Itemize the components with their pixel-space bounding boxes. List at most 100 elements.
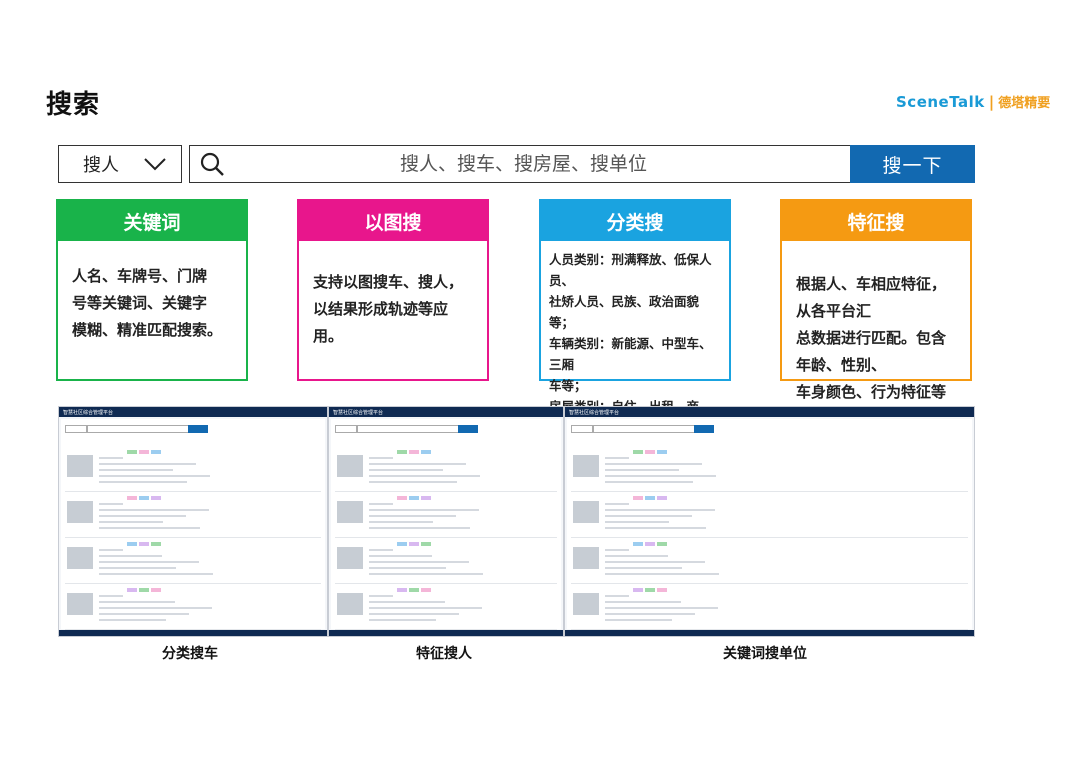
result-text-line (605, 613, 695, 615)
card-description: 根据人、车相应特征，从各平台汇 总数据进行匹配。包含年龄、性别、车身颜色、行为特征… (782, 241, 970, 416)
result-text-line (369, 521, 433, 523)
result-thumbnail (337, 501, 363, 523)
result-thumbnail (67, 455, 93, 477)
result-text-line (99, 573, 213, 575)
result-tag (409, 496, 419, 500)
result-text-line (99, 469, 173, 471)
screenshot-caption: 特征搜人 (416, 646, 472, 662)
result-thumbnail (337, 547, 363, 569)
screenshot-footer (329, 630, 563, 636)
result-thumbnail (573, 547, 599, 569)
screenshot-title: 智慧社区综合管理平台 (333, 409, 384, 416)
result-text-line (369, 619, 436, 621)
result-text-line (605, 573, 719, 575)
screenshot-content (61, 419, 325, 630)
result-tag (421, 542, 431, 546)
screenshot-footer (59, 630, 327, 636)
card-line: 模糊、精准匹配搜索。 (72, 321, 223, 339)
result-text-line (369, 457, 393, 459)
result-text-line (605, 521, 669, 523)
list-item (571, 539, 968, 584)
result-text-line (369, 503, 393, 505)
screenshot-title: 智慧社区综合管理平台 (63, 409, 114, 416)
mini-select (571, 425, 593, 433)
result-text-line (99, 509, 209, 511)
card-line: 车身颜色、行为特征等 (796, 383, 947, 401)
result-text-line (99, 463, 196, 465)
result-text-line (99, 521, 163, 523)
list-item (335, 447, 557, 492)
search-icon (190, 151, 234, 177)
result-text-line (369, 567, 446, 569)
result-tag (657, 496, 667, 500)
result-tag (633, 450, 643, 454)
chevron-down-icon (144, 158, 166, 171)
list-item (571, 447, 968, 492)
card-title: 分类搜 (541, 201, 729, 241)
result-text-line (369, 555, 432, 557)
result-tag (139, 450, 149, 454)
result-thumbnail (337, 455, 363, 477)
result-text-line (605, 595, 629, 597)
result-text-line (605, 607, 718, 609)
result-text-line (99, 613, 189, 615)
result-text-line (99, 555, 162, 557)
result-tag (645, 542, 655, 546)
card-line: 人名、车牌号、门牌 (72, 267, 208, 285)
feature-card: 分类搜 人员类别：刑满释放、低保人员、 社矫人员、民族、政治面貌等； 车辆类别：新能源… (539, 199, 731, 456)
card-line: 用。 (313, 327, 344, 345)
card-line: 根据人、车相应特征，从各平台汇 (796, 275, 947, 320)
result-text-line (369, 613, 459, 615)
result-thumbnail (67, 593, 93, 615)
card-line: 总数据进行匹配。包含年龄、性别、 (796, 329, 947, 374)
search-input[interactable] (234, 152, 851, 176)
result-tag (633, 542, 643, 546)
result-thumbnail (573, 593, 599, 615)
brand-separator: | (988, 92, 995, 111)
result-text-line (99, 601, 175, 603)
search-button[interactable]: 搜一下 (850, 145, 975, 183)
list-item (571, 493, 968, 538)
result-text-line (605, 481, 693, 483)
mini-search (593, 425, 695, 433)
list-item (65, 493, 321, 538)
result-text-line (369, 515, 456, 517)
card-line: 号等关键词、关键字 (72, 294, 208, 312)
result-text-line (369, 475, 480, 477)
screenshot-titlebar: 智慧社区综合管理平台 (59, 407, 327, 417)
result-text-line (99, 527, 200, 529)
card-description: 支持以图搜车、搜人， 以结果形成轨迹等应 用。 (299, 241, 487, 360)
result-text-line (605, 567, 682, 569)
feature-card: 关键词人名、车牌号、门牌 号等关键词、关键字 模糊、精准匹配搜索。 (56, 199, 248, 381)
result-text-line (369, 595, 393, 597)
result-text-line (605, 457, 629, 459)
result-tag (421, 588, 431, 592)
result-thumbnail (67, 501, 93, 523)
search-box (189, 145, 851, 183)
page-title: 搜索 (46, 90, 101, 120)
result-text-line (99, 607, 212, 609)
result-tag (397, 450, 407, 454)
screenshot-caption: 关键词搜单位 (723, 646, 807, 662)
result-text-line (369, 601, 445, 603)
list-item (335, 539, 557, 584)
brand-logo: SceneTalk | 德塔精要 (896, 92, 1050, 112)
card-line: 社矫人员、民族、政治面貌等； (549, 294, 700, 330)
search-type-select[interactable]: 搜人 (58, 145, 182, 183)
result-tag (421, 450, 431, 454)
result-tag (127, 542, 137, 546)
result-text-line (605, 601, 681, 603)
screenshot-caption: 分类搜车 (162, 646, 218, 662)
result-tag (633, 588, 643, 592)
result-tag (657, 450, 667, 454)
result-text-line (99, 515, 186, 517)
card-title: 关键词 (58, 201, 246, 241)
result-text-line (369, 573, 483, 575)
card-line: 支持以图搜车、搜人， (313, 273, 464, 291)
mini-btn (458, 425, 478, 433)
result-tag (139, 588, 149, 592)
result-text-line (605, 515, 692, 517)
result-text-line (99, 457, 123, 459)
result-tag (151, 588, 161, 592)
result-text-line (369, 469, 443, 471)
